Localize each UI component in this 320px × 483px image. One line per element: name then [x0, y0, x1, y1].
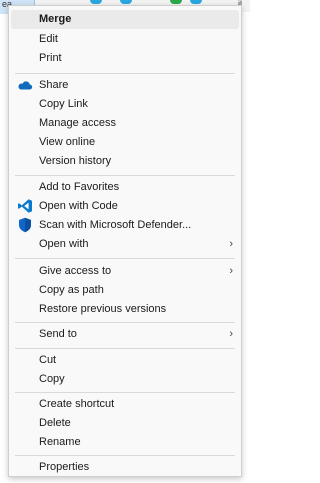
chevron-right-icon: › [229, 328, 233, 340]
menu-separator [15, 175, 235, 176]
menu-item-label: Give access to [39, 265, 112, 277]
menu-item-label: Create shortcut [39, 398, 115, 410]
menu-item-label: Version history [39, 155, 112, 167]
menu-item-label: Print [39, 52, 62, 64]
menu-item-open-with-code[interactable]: Open with Code [11, 197, 239, 216]
menu-item-label: Restore previous versions [39, 303, 167, 315]
menu-item-add-to-favorites[interactable]: Add to Favorites [11, 178, 239, 197]
menu-item-send-to[interactable]: Send to › [11, 325, 239, 344]
menu-item-properties[interactable]: Properties [11, 458, 239, 477]
menu-item-label: Add to Favorites [39, 181, 120, 193]
menu-item-edit[interactable]: Edit [11, 30, 239, 49]
menu-item-give-access[interactable]: Give access to › [11, 262, 239, 281]
menu-item-manage-access[interactable]: Manage access [11, 114, 239, 133]
menu-item-label: View online [39, 136, 96, 148]
menu-item-label: Cut [39, 354, 57, 366]
menu-item-version-history[interactable]: Version history [11, 152, 239, 171]
menu-item-copy-link[interactable]: Copy Link [11, 95, 239, 114]
menu-item-label: Rename [39, 436, 81, 448]
menu-item-label: Copy [39, 373, 65, 385]
menu-item-label: Manage access [39, 117, 117, 129]
menu-separator [15, 455, 235, 456]
menu-item-label: Share [39, 79, 69, 91]
menu-separator [15, 392, 235, 393]
menu-item-share[interactable]: Share [11, 76, 239, 95]
menu-item-print[interactable]: Print [11, 49, 239, 68]
menu-separator [15, 322, 235, 323]
menu-item-restore-previous-versions[interactable]: Restore previous versions [11, 300, 239, 319]
menu-item-label: Delete [39, 417, 71, 429]
menu-item-label: Send to [39, 328, 77, 340]
menu-separator [15, 348, 235, 349]
vscode-icon [17, 198, 33, 214]
chevron-right-icon: › [229, 265, 233, 277]
menu-separator [15, 258, 235, 259]
menu-item-label: Copy Link [39, 98, 88, 110]
menu-item-label: Copy as path [39, 284, 104, 296]
menu-item-create-shortcut[interactable]: Create shortcut [11, 395, 239, 414]
menu-item-delete[interactable]: Delete [11, 414, 239, 433]
menu-item-merge[interactable]: Merge [11, 10, 239, 29]
defender-shield-icon [17, 217, 33, 233]
menu-item-rename[interactable]: Rename [11, 433, 239, 452]
menu-item-label: Merge [39, 13, 72, 25]
menu-item-view-online[interactable]: View online [11, 133, 239, 152]
menu-item-label: Properties [39, 461, 90, 473]
menu-item-copy[interactable]: Copy [11, 370, 239, 389]
menu-item-copy-as-path[interactable]: Copy as path [11, 281, 239, 300]
onedrive-cloud-icon [17, 77, 33, 93]
menu-item-cut[interactable]: Cut [11, 351, 239, 370]
context-menu: Merge Edit Print Share Copy Link Manage … [8, 5, 242, 477]
menu-item-label: Open with Code [39, 200, 118, 212]
menu-item-label: Edit [39, 33, 58, 45]
menu-separator [15, 73, 235, 74]
